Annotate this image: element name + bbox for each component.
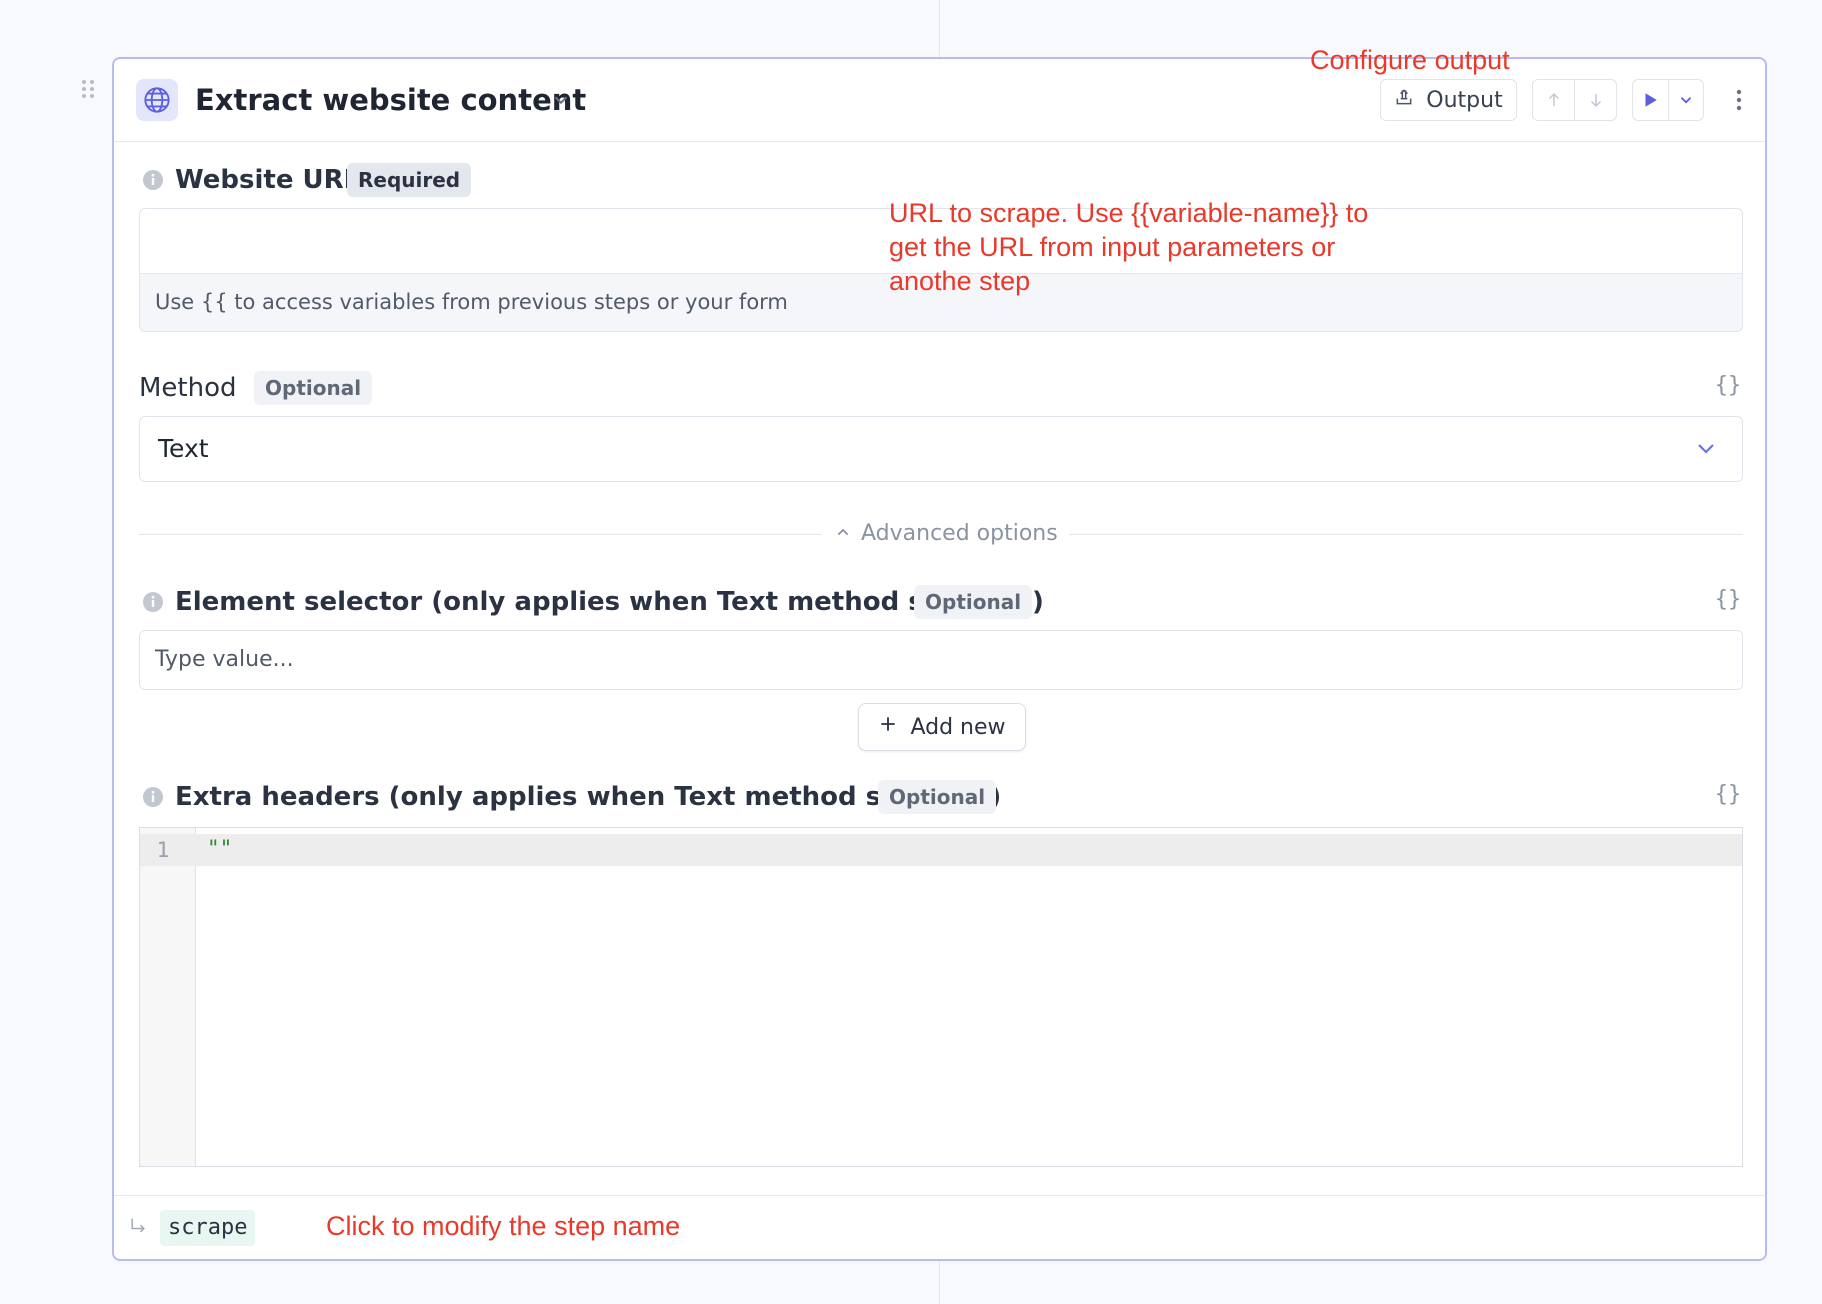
method-select[interactable]: Text [139, 416, 1743, 482]
chevron-down-icon[interactable] [550, 89, 572, 111]
advanced-options-label: Advanced options [861, 521, 1058, 546]
info-icon [142, 591, 164, 613]
annotation-url-help-1: URL to scrape. Use {{variable-name}} to [889, 198, 1369, 228]
add-new-label: Add new [910, 714, 1006, 740]
divider [139, 534, 822, 535]
step-title[interactable]: Extract website content [195, 81, 586, 119]
divider [1069, 534, 1743, 535]
step-header: Extract website content Output [114, 59, 1765, 142]
advanced-options-toggle[interactable]: Advanced options [835, 517, 1058, 551]
braces-icon[interactable]: {} [1708, 371, 1748, 401]
method-selected-value: Text [158, 434, 209, 463]
extra-headers-code-editor[interactable]: 1 "" [139, 827, 1743, 1167]
annotation-configure-output: Configure output [1310, 45, 1510, 75]
braces-icon[interactable]: {} [1708, 780, 1748, 810]
connector-line-bottom [939, 1261, 940, 1304]
output-label: Output [1426, 87, 1503, 113]
annotation-url-help-2: get the URL from input parameters or [889, 232, 1336, 262]
connector-line-top [939, 0, 940, 57]
more-options-icon[interactable] [1724, 84, 1754, 116]
annotation-step-name-help: Click to modify the step name [326, 1211, 681, 1241]
move-up-button[interactable] [1533, 80, 1575, 120]
optional-badge: Optional [878, 780, 997, 814]
globe-icon [136, 79, 178, 121]
optional-badge: Optional [254, 371, 373, 405]
annotation-url-help-3: anothe step [889, 266, 1031, 296]
play-icon[interactable] [1633, 80, 1669, 120]
add-new-button[interactable]: Add new [858, 703, 1026, 751]
plus-icon [878, 714, 898, 740]
run-buttons [1632, 79, 1704, 121]
chevron-down-icon [1694, 437, 1718, 461]
step-name-chip[interactable]: scrape [160, 1210, 256, 1246]
info-icon [142, 786, 164, 808]
info-icon [142, 169, 164, 191]
line-number: 1 [156, 838, 170, 862]
element-selector-input[interactable]: Type value... [139, 630, 1743, 690]
run-options-chevron-icon[interactable] [1669, 80, 1704, 120]
return-arrow-icon [128, 1216, 148, 1236]
output-button[interactable]: Output [1380, 79, 1517, 121]
optional-badge: Optional [914, 585, 1033, 619]
line-number-gutter [140, 828, 196, 1166]
output-icon [1394, 87, 1414, 113]
move-down-button[interactable] [1575, 80, 1616, 120]
move-buttons [1532, 79, 1617, 121]
code-content[interactable]: "" [207, 832, 232, 864]
chevron-up-icon [835, 517, 851, 551]
method-label: Method [139, 373, 237, 403]
drag-handle-icon[interactable] [80, 78, 96, 100]
active-line-highlight [140, 834, 1742, 866]
braces-icon[interactable]: {} [1708, 585, 1748, 615]
required-badge: Required [347, 163, 472, 197]
website-url-label: Website URL [175, 165, 361, 195]
